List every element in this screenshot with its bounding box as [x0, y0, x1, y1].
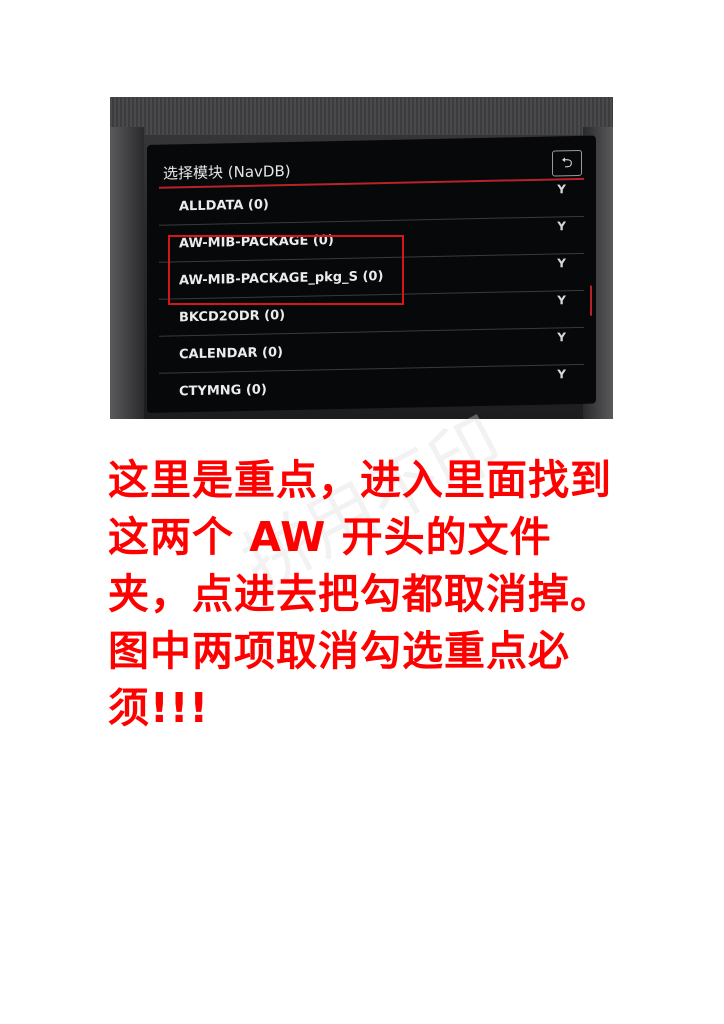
- screen-title: 选择模块 (NavDB): [163, 161, 291, 183]
- back-button[interactable]: ⮌: [552, 149, 582, 177]
- highlight-annotation-box: [168, 235, 404, 305]
- list-item-label: CALENDAR (0): [179, 345, 283, 363]
- check-mark[interactable]: Y: [557, 182, 566, 196]
- instruction-caption: 这里是重点，进入里面找到这两个 AW 开头的文件夹，点进去把勾都取消掉。图中两项…: [108, 456, 612, 732]
- check-mark[interactable]: Y: [557, 219, 566, 233]
- check-mark[interactable]: Y: [557, 256, 566, 270]
- check-mark[interactable]: Y: [557, 330, 566, 344]
- list-item-label: BKCD2ODR (0): [179, 308, 286, 326]
- scrollbar[interactable]: [590, 285, 592, 316]
- list-item-label: CTYMNG (0): [179, 382, 267, 400]
- list-item-label: ALLDATA (0): [179, 197, 269, 215]
- list-item-ctymng[interactable]: CTYMNG (0) Y: [159, 365, 584, 410]
- head-unit-photo: 选择模块 (NavDB) ⮌ ALLDATA (0) Y AW-MIB-PACK…: [110, 97, 613, 419]
- bezel-top: [110, 97, 613, 135]
- check-mark[interactable]: Y: [557, 293, 566, 307]
- bezel-left: [110, 127, 144, 419]
- check-mark[interactable]: Y: [557, 367, 566, 381]
- back-arrow-icon: ⮌: [561, 155, 573, 172]
